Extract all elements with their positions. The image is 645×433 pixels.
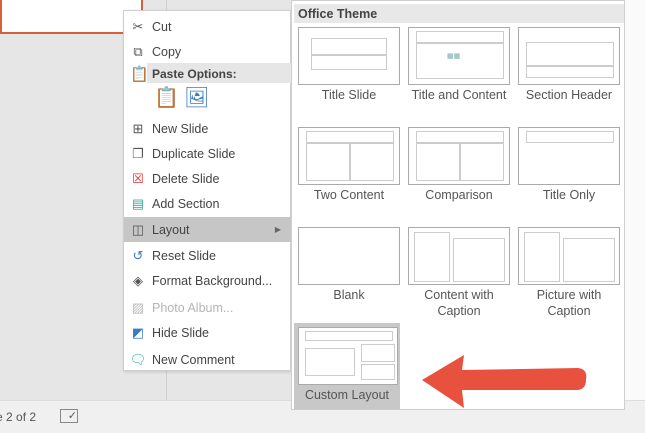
hide-slide-icon: ◩ <box>131 324 145 340</box>
paste-icon: 📋 <box>130 66 149 83</box>
layout-icon: ◫ <box>131 221 145 237</box>
slide-thumbnail[interactable] <box>0 0 143 34</box>
menu-item-photo-album: ▨ Photo Album... <box>124 295 291 320</box>
photo-album-icon: ▨ <box>131 299 145 315</box>
scissors-icon: ✂ <box>132 18 144 34</box>
layout-gallery: Office Theme Title Slide ▦▦ Title and Con… <box>291 0 625 410</box>
section-icon: ▤ <box>131 195 145 211</box>
menu-item-reset-slide[interactable]: ↺ Reset Slide <box>124 243 291 268</box>
accessibility-check-icon[interactable]: ✓ <box>60 409 78 423</box>
paste-keep-formatting-icon[interactable]: 📋 <box>154 85 179 110</box>
reset-icon: ↺ <box>132 247 144 263</box>
layout-section-header[interactable]: Section Header <box>516 25 622 121</box>
menu-item-new-comment[interactable]: 🗨 New Comment <box>124 347 291 372</box>
comment-icon: 🗨 <box>129 351 147 367</box>
new-slide-icon: ⊞ <box>132 120 144 136</box>
delete-slide-icon: ☒ <box>132 170 144 186</box>
layout-blank[interactable]: Blank <box>296 225 402 321</box>
duplicate-slide-icon: ❐ <box>132 145 144 161</box>
paste-picture-icon[interactable]: 🖼 <box>184 85 209 110</box>
menu-item-hide-slide[interactable]: ◩ Hide Slide <box>124 320 291 345</box>
arrow-shape <box>422 355 587 408</box>
layout-title-only[interactable]: Title Only <box>516 125 622 221</box>
red-arrow-annotation <box>422 355 587 408</box>
copy-icon: ⧉ <box>133 43 143 59</box>
menu-item-format-background[interactable]: ◈ Format Background... <box>124 268 291 293</box>
context-menu: ✂ Cut ⧉ Copy 📋 Paste Options: 📋 🖼 ⊞ New Sli… <box>123 10 291 371</box>
layout-content-with-caption[interactable]: Content with Caption <box>406 225 512 321</box>
menu-item-copy[interactable]: ⧉ Copy <box>124 39 291 64</box>
menu-item-layout[interactable]: ◫ Layout ▶ <box>124 217 291 242</box>
layout-picture-with-caption[interactable]: Picture with Caption <box>516 225 622 321</box>
scroll-area <box>625 0 645 400</box>
layout-custom-layout[interactable]: Custom Layout <box>294 323 400 409</box>
menu-item-cut[interactable]: ✂ Cut <box>124 14 291 39</box>
layout-title-and-content[interactable]: ▦▦ Title and Content <box>406 25 512 121</box>
menu-item-duplicate-slide[interactable]: ❐ Duplicate Slide <box>124 141 291 166</box>
layout-two-content[interactable]: Two Content <box>296 125 402 221</box>
menu-item-add-section[interactable]: ▤ Add Section <box>124 191 291 216</box>
paint-bucket-icon: ◈ <box>133 272 143 288</box>
menu-item-delete-slide[interactable]: ☒ Delete Slide <box>124 166 291 191</box>
layout-title-slide[interactable]: Title Slide <box>296 25 402 121</box>
menu-item-new-slide[interactable]: ⊞ New Slide <box>124 116 291 141</box>
layout-comparison[interactable]: Comparison <box>406 125 512 221</box>
gallery-header: Office Theme <box>294 4 624 23</box>
slide-counter: e 2 of 2 <box>0 410 37 424</box>
submenu-arrow-icon: ▶ <box>274 225 281 234</box>
paste-options-header: Paste Options: <box>147 63 291 83</box>
